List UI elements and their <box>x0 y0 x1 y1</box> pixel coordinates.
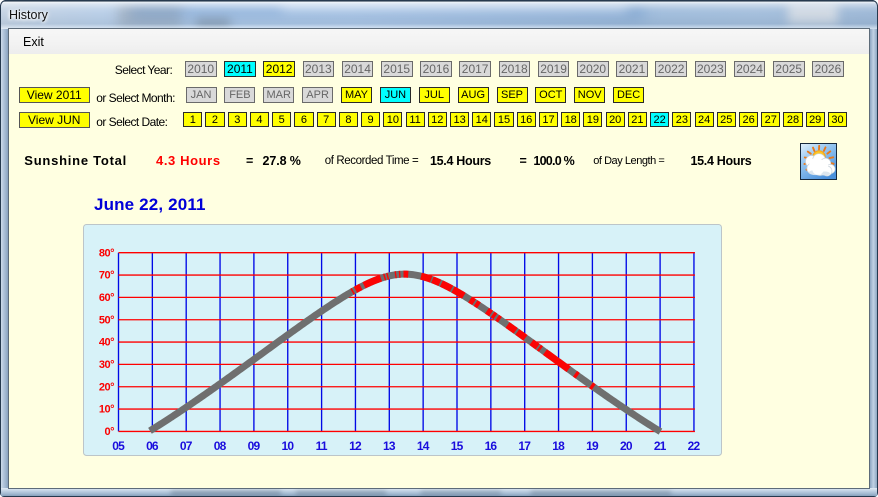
svg-text:14: 14 <box>417 439 430 453</box>
svg-text:10°: 10° <box>99 404 114 416</box>
svg-text:05: 05 <box>112 439 125 453</box>
svg-text:19: 19 <box>586 439 599 453</box>
svg-text:11: 11 <box>316 439 328 453</box>
svg-text:09: 09 <box>248 439 261 453</box>
svg-text:20: 20 <box>620 439 633 453</box>
svg-text:15: 15 <box>451 439 464 453</box>
svg-text:08: 08 <box>214 439 227 453</box>
svg-text:16: 16 <box>485 439 498 453</box>
svg-text:0°: 0° <box>104 426 114 438</box>
svg-text:30°: 30° <box>99 359 114 371</box>
svg-text:06: 06 <box>146 439 159 453</box>
svg-text:50°: 50° <box>99 314 114 326</box>
svg-text:40°: 40° <box>99 337 114 349</box>
svg-text:21: 21 <box>654 439 667 453</box>
svg-text:07: 07 <box>180 439 193 453</box>
svg-text:18: 18 <box>552 439 565 453</box>
svg-text:12: 12 <box>349 439 362 453</box>
svg-text:13: 13 <box>383 439 396 453</box>
svg-text:70°: 70° <box>99 270 114 282</box>
svg-text:10: 10 <box>281 439 294 453</box>
svg-text:22: 22 <box>688 439 701 453</box>
svg-text:17: 17 <box>518 439 531 453</box>
svg-text:60°: 60° <box>99 292 114 304</box>
svg-text:20°: 20° <box>99 381 114 393</box>
svg-text:80°: 80° <box>99 247 114 259</box>
